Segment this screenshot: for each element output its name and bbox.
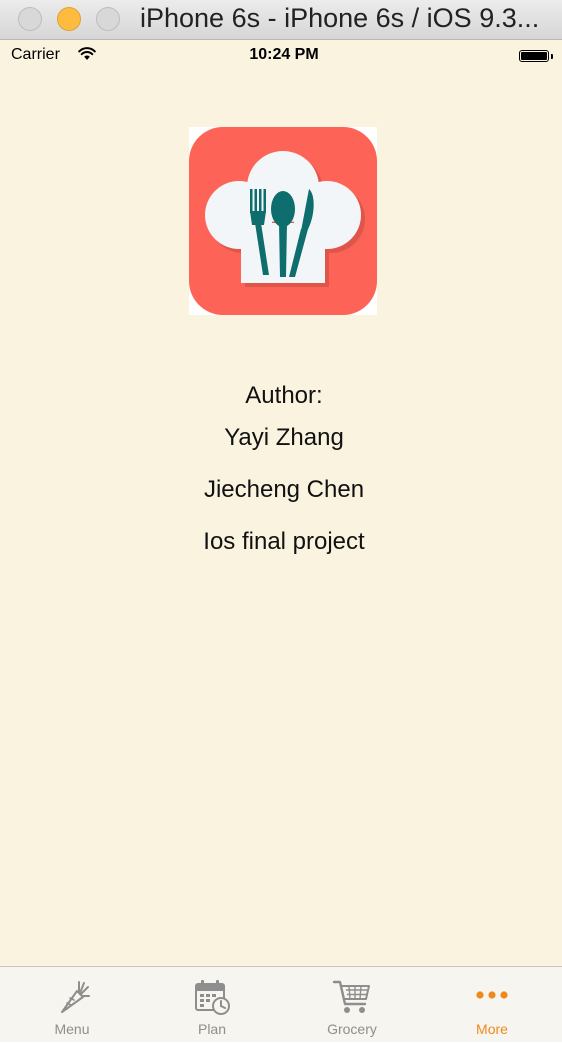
battery-icon <box>519 50 549 62</box>
author-label: Author: <box>245 382 323 409</box>
window-title: iPhone 6s - iPhone 6s / iOS 9.3... <box>140 3 540 33</box>
tab-label: Menu <box>54 1021 90 1037</box>
window-zoom-button[interactable] <box>96 7 120 31</box>
simulator-title-bar: iPhone 6s - iPhone 6s / iOS 9.3... <box>0 0 562 40</box>
shopping-cart-icon <box>332 980 370 1013</box>
more-dots-icon <box>476 991 508 999</box>
tab-more[interactable]: More <box>422 967 562 1043</box>
calendar-clock-icon <box>195 980 230 1015</box>
carrot-icon <box>61 981 90 1013</box>
about-screen: Author: Yayi Zhang Jiecheng Chen Ios fin… <box>0 72 562 966</box>
tab-plan[interactable]: Plan <box>142 967 282 1043</box>
tab-bar: Menu Plan Grocery More <box>0 966 562 1042</box>
status-bar: Carrier 10:24 PM <box>0 40 562 72</box>
window-minimize-button[interactable] <box>57 7 81 31</box>
tab-label: More <box>476 1021 508 1037</box>
tab-label: Plan <box>197 1021 227 1037</box>
project-description: Ios final project <box>203 528 365 555</box>
window-close-button[interactable] <box>18 7 42 31</box>
tab-label: Grocery <box>327 1021 377 1037</box>
tab-menu[interactable]: Menu <box>2 967 142 1043</box>
battery-level-fill <box>521 52 547 60</box>
author-name: Yayi Zhang <box>224 424 344 451</box>
chef-hat-cutlery-icon <box>189 127 377 315</box>
status-time: 10:24 PM <box>249 46 319 63</box>
tab-grocery[interactable]: Grocery <box>282 967 422 1043</box>
battery-tip <box>551 54 553 59</box>
author-name: Jiecheng Chen <box>203 476 365 503</box>
